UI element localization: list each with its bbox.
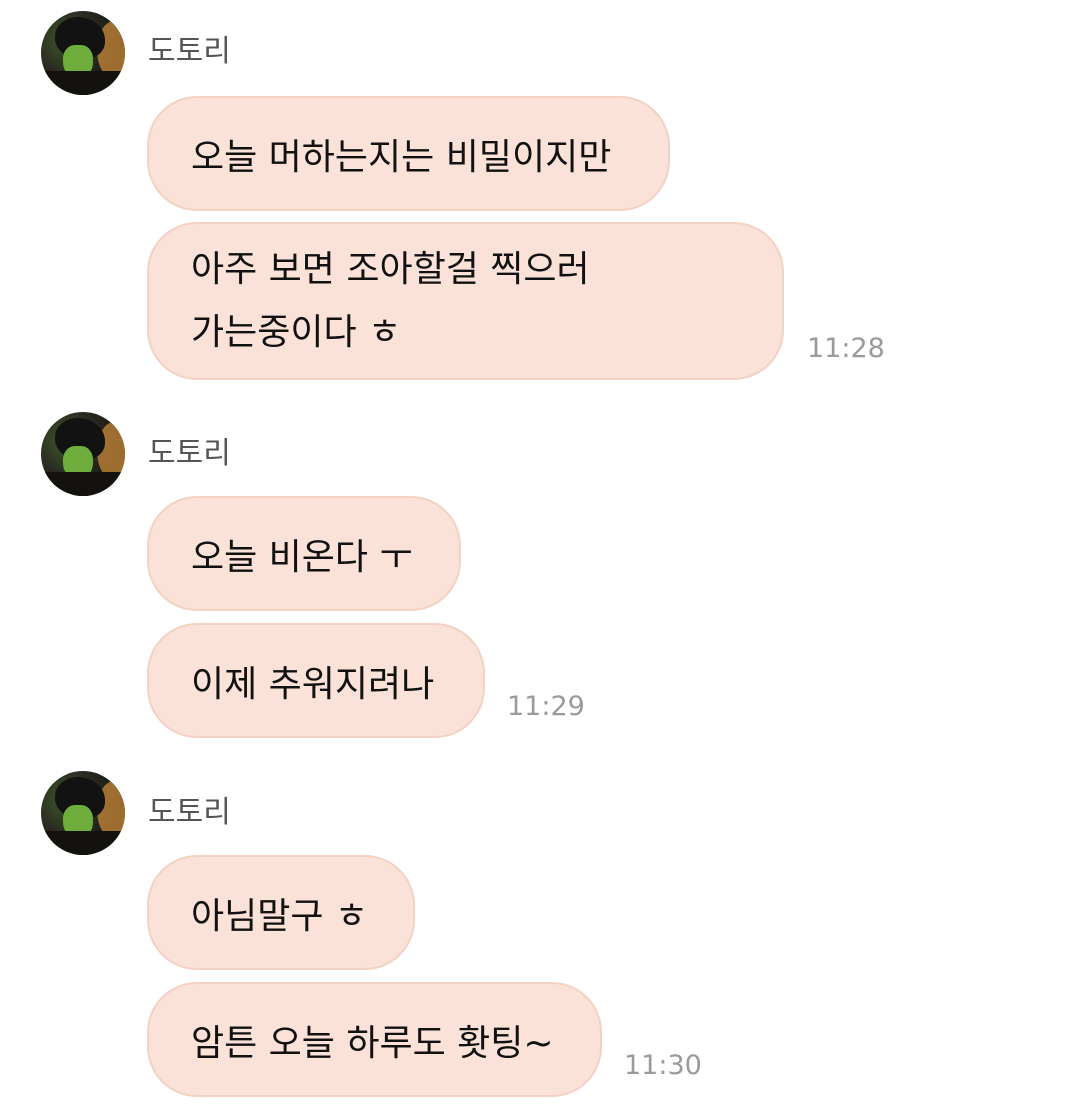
sender-name: 도토리 (148, 436, 231, 471)
sender-avatar[interactable] (41, 11, 125, 95)
sender-name: 도토리 (148, 34, 231, 69)
message-timestamp: 11:28 (807, 333, 885, 364)
message-bubble[interactable]: 아주 보면 조아할걸 찍으러 가는중이다 ㅎ (147, 222, 784, 380)
message-timestamp: 11:29 (507, 691, 585, 722)
chat-thread: 도토리 오늘 머하는지는 비밀이지만 아주 보면 조아할걸 찍으러 가는중이다 … (0, 0, 1080, 1110)
message-bubble[interactable]: 오늘 머하는지는 비밀이지만 (147, 96, 670, 211)
message-timestamp: 11:30 (624, 1050, 702, 1081)
message-bubble[interactable]: 이제 추워지려나 (147, 623, 485, 738)
sender-avatar[interactable] (41, 412, 125, 496)
message-bubble[interactable]: 오늘 비온다 ㅜ (147, 496, 461, 611)
sender-avatar[interactable] (41, 771, 125, 855)
sender-name: 도토리 (148, 795, 231, 830)
message-bubble[interactable]: 암튼 오늘 하루도 홧팅~ (147, 982, 602, 1097)
message-bubble[interactable]: 아님말구 ㅎ (147, 855, 415, 970)
